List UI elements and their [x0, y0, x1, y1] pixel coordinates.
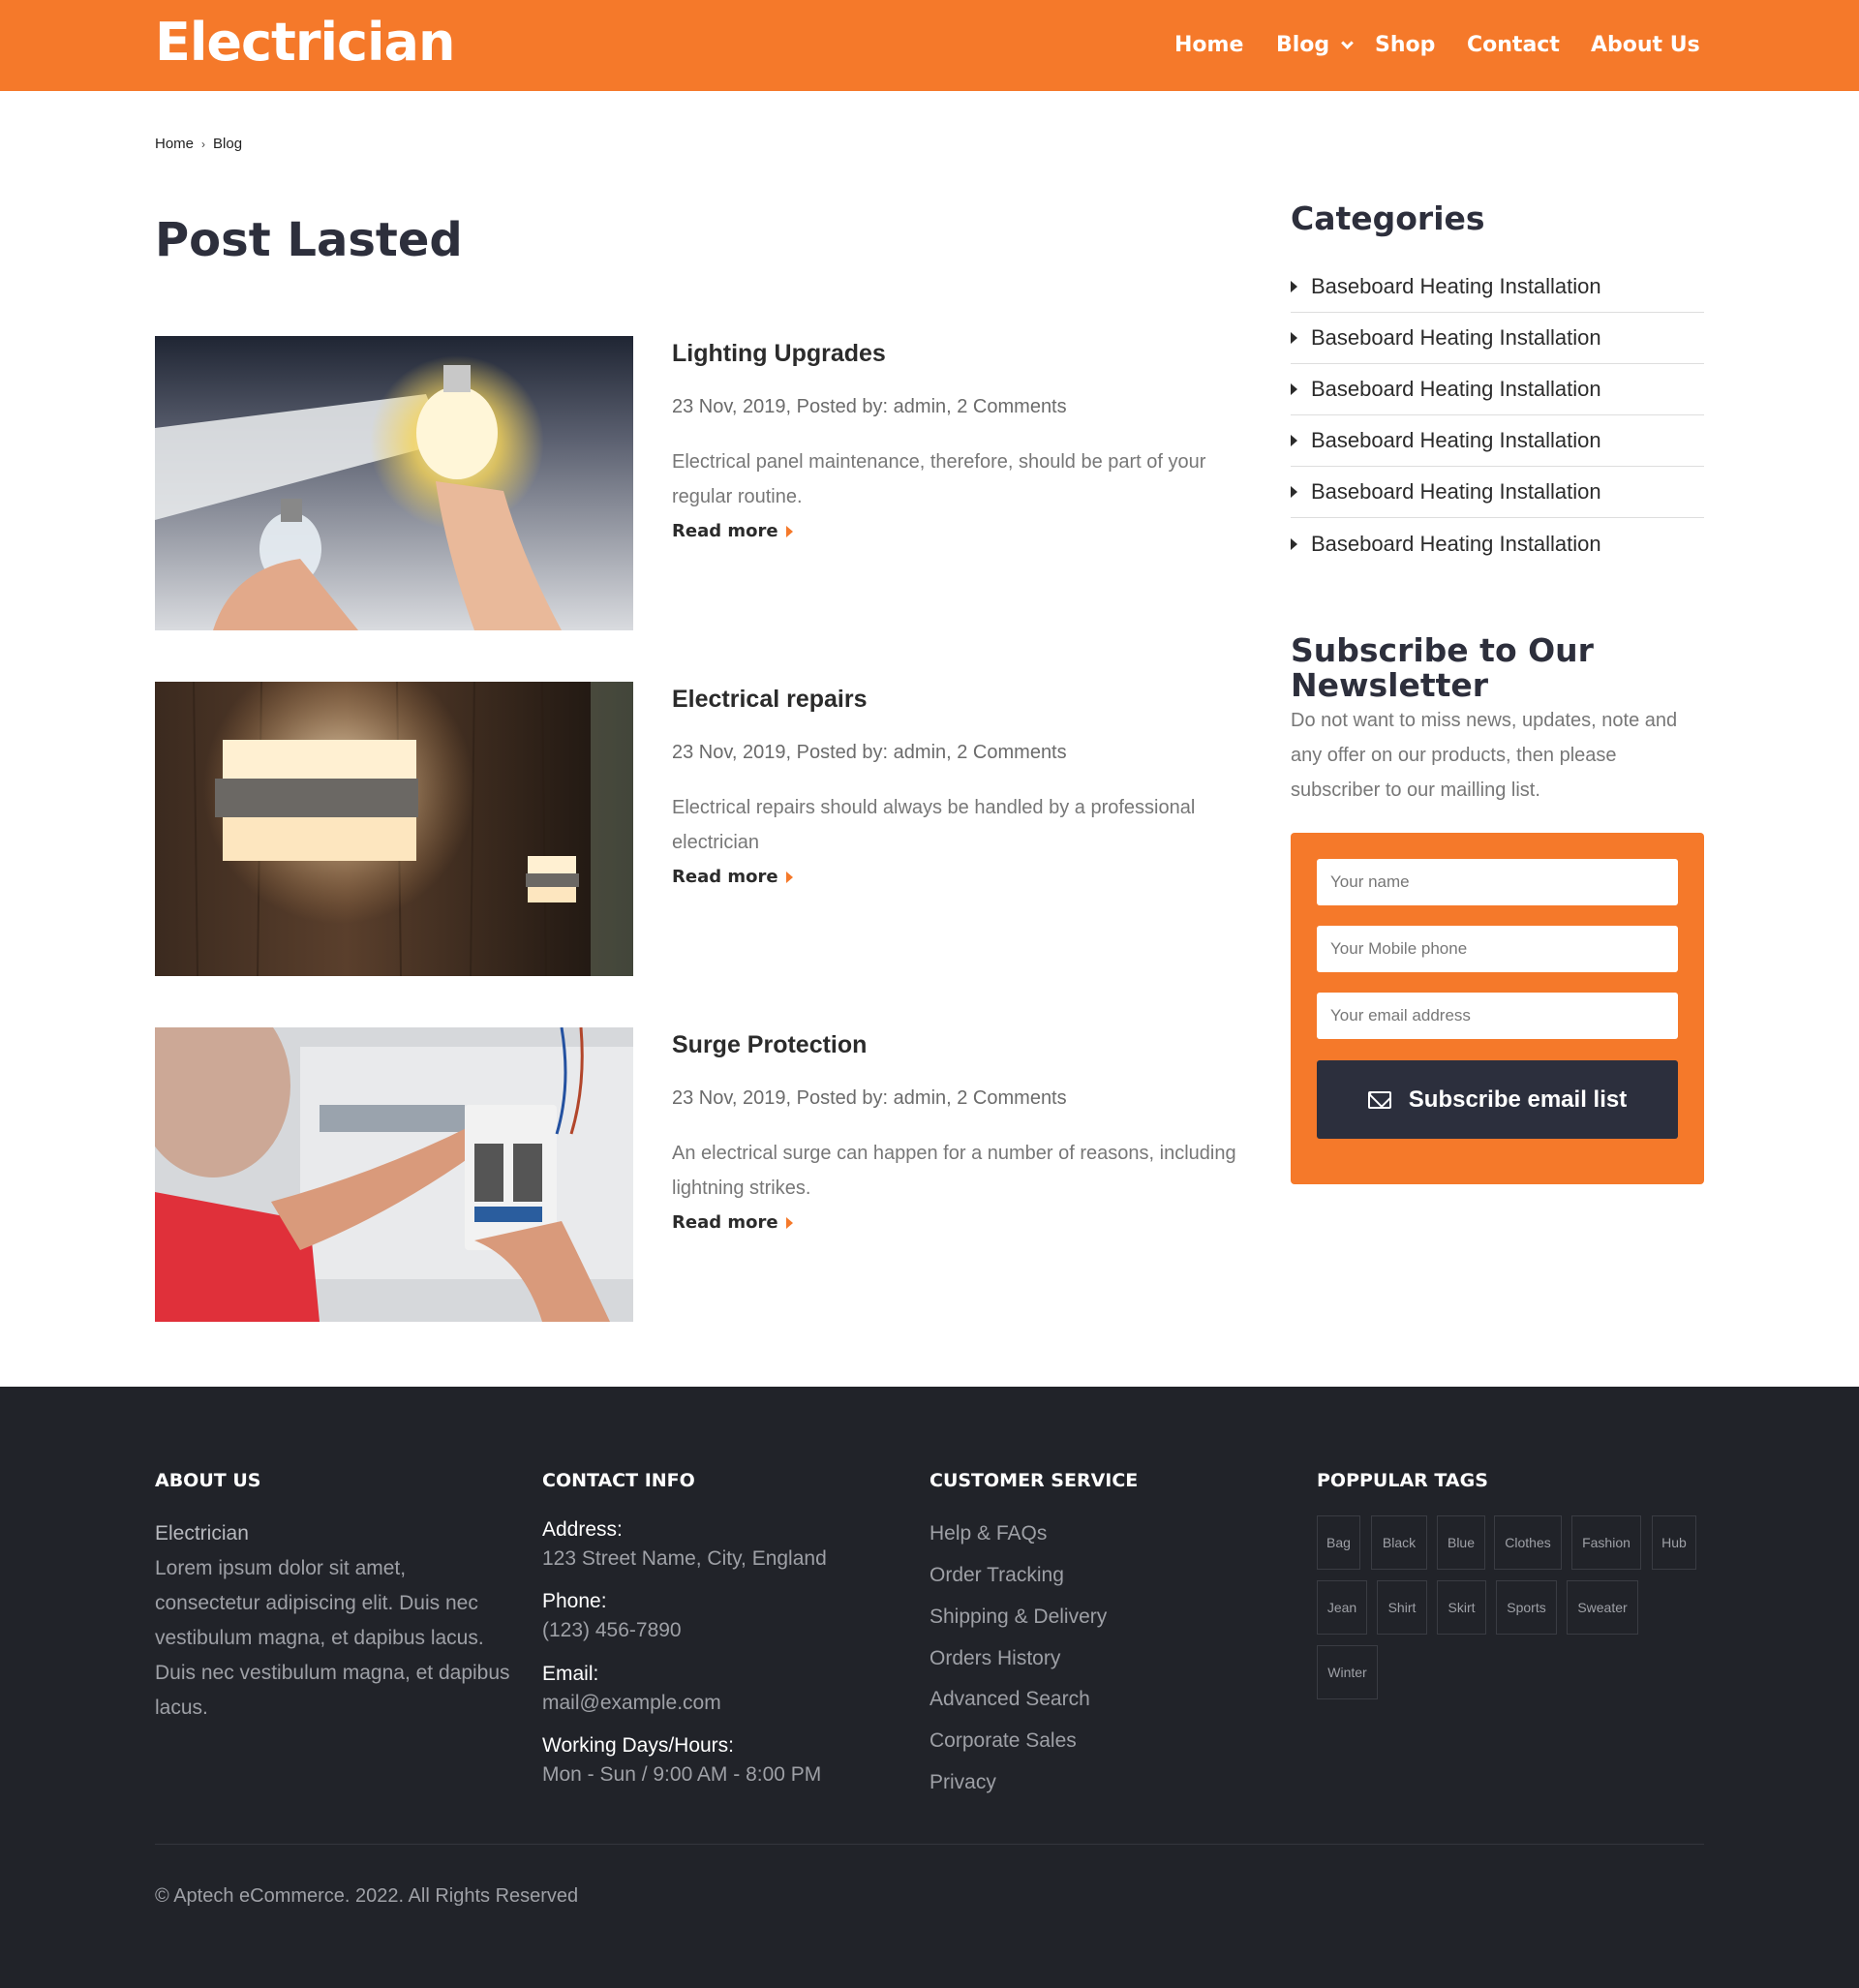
footer-tags-heading: POPPULAR TAGS: [1317, 1470, 1488, 1491]
name-input[interactable]: [1317, 859, 1678, 905]
read-more-link[interactable]: Read more: [672, 867, 793, 887]
footer-about-heading: ABOUT US: [155, 1470, 261, 1491]
subscribe-button[interactable]: Subscribe email list: [1317, 1060, 1678, 1139]
electrician-breaker-photo: [155, 1027, 633, 1322]
nav-home[interactable]: Home: [1174, 31, 1243, 60]
link-orders-history[interactable]: Orders History: [930, 1647, 1060, 1670]
newsletter-description: Do not want to miss news, updates, note …: [1291, 710, 1678, 801]
breadcrumb-home[interactable]: Home: [155, 136, 194, 152]
post-meta: 23 Nov, 2019, Posted by: admin, 2 Commen…: [672, 1087, 1067, 1109]
link-corporate-sales[interactable]: Corporate Sales: [930, 1729, 1077, 1753]
tag-sweater[interactable]: Sweater: [1567, 1580, 1638, 1635]
tag-bag[interactable]: Bag: [1317, 1515, 1360, 1570]
chevron-down-icon: [1341, 36, 1355, 49]
hours-label: Working Days/Hours:: [542, 1734, 735, 1757]
breadcrumb: Home › Blog: [155, 136, 242, 152]
post-title[interactable]: Surge Protection: [672, 1031, 867, 1059]
nav-blog[interactable]: Blog: [1276, 31, 1355, 60]
post-meta: 23 Nov, 2019, Posted by: admin, 2 Commen…: [672, 396, 1067, 417]
post-excerpt: Electrical repairs should always be hand…: [672, 797, 1196, 853]
nav-contact[interactable]: Contact: [1467, 31, 1560, 60]
newsletter-form: Subscribe email list: [1291, 833, 1704, 1184]
post-meta: 23 Nov, 2019, Posted by: admin, 2 Commen…: [672, 742, 1067, 763]
caret-right-icon: [1291, 537, 1297, 550]
post-title[interactable]: Electrical repairs: [672, 686, 868, 714]
category-item[interactable]: Baseboard Heating Installation: [1291, 364, 1704, 415]
nav-about-us[interactable]: About Us: [1591, 31, 1700, 60]
footer-about-name: Electrician: [155, 1522, 249, 1545]
tag-blue[interactable]: Blue: [1437, 1515, 1485, 1570]
post-image-repairs[interactable]: [155, 682, 633, 976]
address-value: 123 Street Name, City, England: [542, 1547, 827, 1570]
tag-shirt[interactable]: Shirt: [1377, 1580, 1427, 1635]
category-item[interactable]: Baseboard Heating Installation: [1291, 518, 1704, 569]
envelope-icon: [1367, 1090, 1391, 1109]
nav-shop[interactable]: Shop: [1375, 31, 1435, 60]
email-input[interactable]: [1317, 993, 1678, 1039]
phone-label: Phone:: [542, 1590, 607, 1612]
link-help-faqs[interactable]: Help & FAQs: [930, 1522, 1047, 1545]
category-item[interactable]: Baseboard Heating Installation: [1291, 261, 1704, 313]
categories-list: Baseboard Heating Installation Baseboard…: [1291, 261, 1704, 569]
tag-clothes[interactable]: Clothes: [1494, 1515, 1562, 1570]
hours-value: Mon - Sun / 9:00 AM - 8:00 PM: [542, 1763, 822, 1786]
copyright-text: © Aptech eCommerce. 2022. All Rights Res…: [155, 1885, 579, 1907]
post-image-surge[interactable]: [155, 1027, 633, 1322]
caret-right-icon: [1291, 435, 1297, 446]
caret-right-icon: [1291, 486, 1297, 498]
link-order-tracking[interactable]: Order Tracking: [930, 1564, 1064, 1587]
post-image-lighting[interactable]: [155, 336, 633, 630]
tag-sports[interactable]: Sports: [1496, 1580, 1557, 1635]
mobile-phone-input[interactable]: [1317, 926, 1678, 972]
tag-black[interactable]: Black: [1371, 1515, 1427, 1570]
email-value[interactable]: mail@example.com: [542, 1692, 721, 1715]
newsletter-title: Subscribe to Our Newsletter: [1291, 631, 1594, 704]
tag-skirt[interactable]: Skirt: [1437, 1580, 1486, 1635]
category-item[interactable]: Baseboard Heating Installation: [1291, 415, 1704, 467]
footer-contact-heading: CONTACT INFO: [542, 1470, 695, 1491]
site-footer: ABOUT US Electrician Lorem ipsum dolor s…: [0, 1387, 1859, 1988]
caret-right-icon: [785, 871, 793, 883]
lightbulb-photo: [155, 336, 633, 630]
page-title: Post Lasted: [155, 213, 463, 267]
caret-right-icon: [785, 1216, 793, 1229]
footer-divider: [155, 1844, 1704, 1845]
categories-title: Categories: [1291, 199, 1485, 237]
post-title[interactable]: Lighting Upgrades: [672, 340, 886, 368]
link-shipping-delivery[interactable]: Shipping & Delivery: [930, 1606, 1107, 1629]
tag-hub[interactable]: Hub: [1652, 1515, 1696, 1570]
wall-lamp-photo: [155, 682, 633, 976]
footer-service-heading: CUSTOMER SERVICE: [930, 1470, 1139, 1491]
link-advanced-search[interactable]: Advanced Search: [930, 1688, 1090, 1711]
tag-fashion[interactable]: Fashion: [1571, 1515, 1641, 1570]
breadcrumb-blog[interactable]: Blog: [213, 136, 242, 152]
category-item[interactable]: Baseboard Heating Installation: [1291, 313, 1704, 364]
caret-right-icon: [1291, 281, 1297, 292]
breadcrumb-separator: ›: [201, 137, 206, 151]
site-logo[interactable]: Electrician: [155, 12, 455, 74]
site-header: Electrician Home Blog Shop Contact About…: [0, 0, 1859, 91]
tag-winter[interactable]: Winter: [1317, 1645, 1378, 1699]
tag-jean[interactable]: Jean: [1317, 1580, 1367, 1635]
phone-value[interactable]: (123) 456-7890: [542, 1619, 682, 1642]
read-more-link[interactable]: Read more: [672, 521, 793, 541]
category-item[interactable]: Baseboard Heating Installation: [1291, 467, 1704, 518]
read-more-link[interactable]: Read more: [672, 1212, 793, 1233]
address-label: Address:: [542, 1518, 623, 1541]
caret-right-icon: [785, 525, 793, 537]
post-excerpt: An electrical surge can happen for a num…: [672, 1143, 1236, 1199]
caret-right-icon: [1291, 383, 1297, 395]
email-label: Email:: [542, 1663, 599, 1685]
post-excerpt: Electrical panel maintenance, therefore,…: [672, 451, 1206, 507]
link-privacy[interactable]: Privacy: [930, 1771, 996, 1794]
footer-about-text: Lorem ipsum dolor sit amet, consectetur …: [155, 1557, 510, 1719]
caret-right-icon: [1291, 332, 1297, 344]
